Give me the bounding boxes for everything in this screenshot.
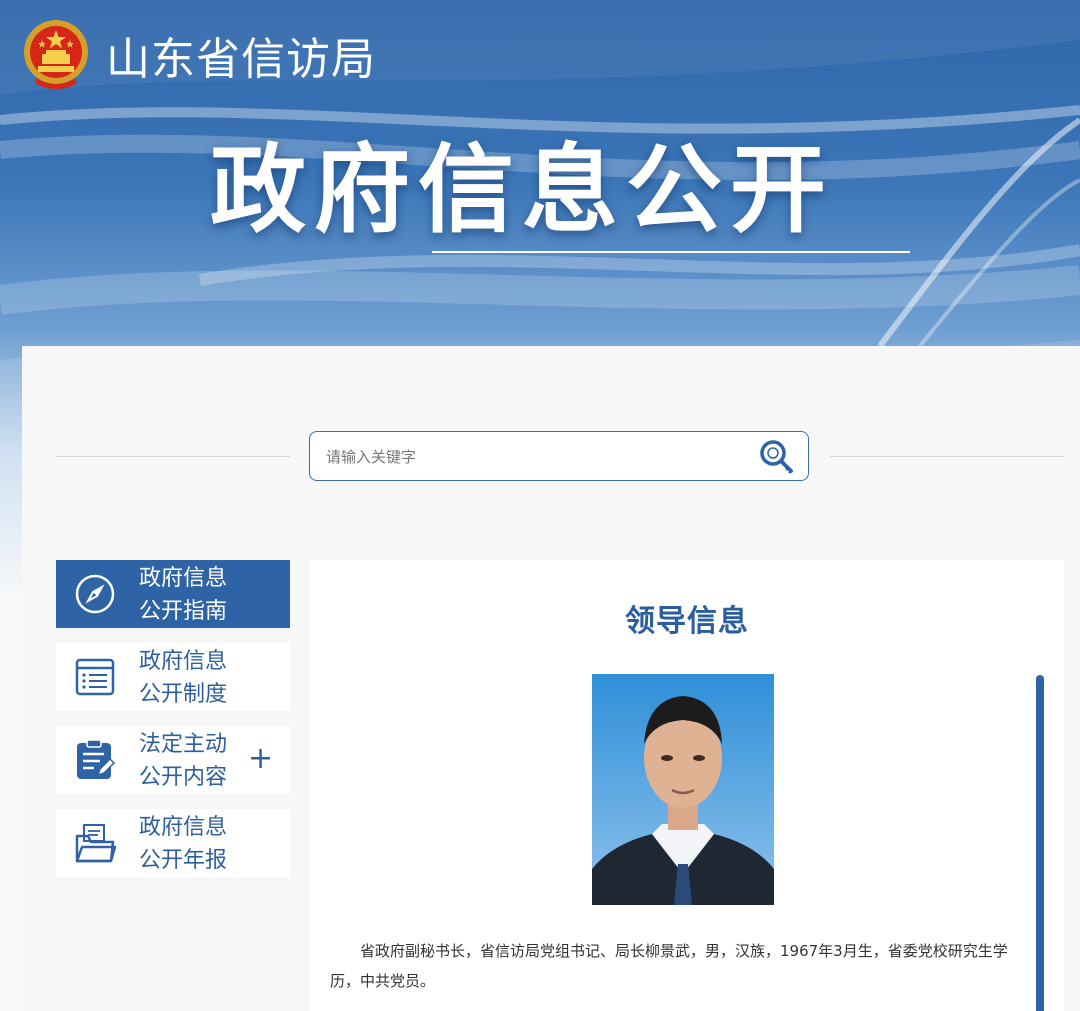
scrollbar-thumb[interactable]	[1036, 675, 1044, 1011]
sidebar-nav: 政府信息 公开指南 政府信息 公开制度 法定主动 公开内容 + 政府信息 公开年…	[56, 560, 290, 892]
search-key-icon[interactable]	[758, 438, 796, 476]
sidebar-item-proactive-content[interactable]: 法定主动 公开内容 +	[56, 726, 290, 794]
sidebar-item-guide[interactable]: 政府信息 公开指南	[56, 560, 290, 628]
leader-bio: 省政府副秘书长，省信访局党组书记、局长柳景武，男，汉族，1967年3月生，省委党…	[330, 942, 1008, 990]
compass-icon	[75, 574, 115, 614]
search-input[interactable]	[324, 432, 748, 482]
main-panel: 政府信息 公开指南 政府信息 公开制度 法定主动 公开内容 +	[22, 346, 1080, 1011]
sidebar-item-label: 政府信息 公开制度	[139, 649, 228, 707]
clipboard-edit-icon	[77, 739, 116, 779]
hero-underline	[432, 251, 910, 253]
sidebar-item-annual-report[interactable]: 政府信息 公开年报	[56, 809, 290, 877]
national-emblem-icon	[24, 20, 88, 89]
list-document-icon	[75, 658, 115, 696]
search-box	[309, 431, 809, 482]
sidebar-item-system[interactable]: 政府信息 公开制度	[56, 643, 290, 711]
content-area: 领导信息 省政府副秘书长，省信访局党组书记、局长柳景武，男，汉族，1967年3月…	[310, 560, 1064, 1011]
sidebar-item-label: 政府信息 公开指南	[139, 566, 228, 624]
sidebar-item-label: 法定主动 公开内容	[139, 732, 228, 790]
folder-document-icon	[75, 824, 116, 863]
hero-title: 政府信息公开	[210, 134, 834, 246]
search-divider-left	[56, 456, 290, 457]
leader-portrait	[592, 674, 774, 905]
content-title: 领导信息	[625, 604, 749, 639]
search-divider-right	[830, 456, 1064, 457]
expand-plus-icon[interactable]: +	[248, 742, 273, 776]
sidebar-item-label: 政府信息 公开年报	[139, 815, 228, 873]
site-title: 山东省信访局	[106, 34, 376, 85]
